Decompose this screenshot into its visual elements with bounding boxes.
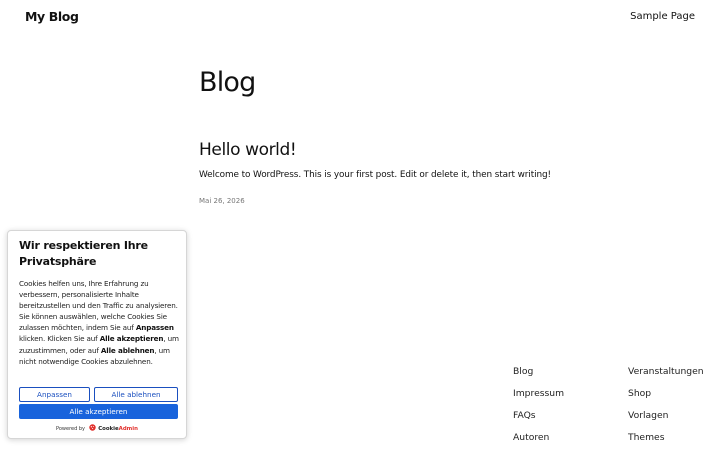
reject-all-button[interactable]: Alle ablehnen	[94, 387, 178, 402]
post-title[interactable]: Hello world!	[199, 140, 297, 160]
cookie-body-bold-reject: Alle ablehnen	[100, 345, 155, 355]
cookie-body-bold-customize: Anpassen	[135, 323, 174, 333]
cookie-body-text-2: klicken. Klicken Sie auf	[19, 334, 100, 344]
site-title[interactable]: My Blog	[25, 9, 79, 24]
page-title: Blog	[199, 67, 256, 98]
footer-nav-column-1: Blog Impressum FAQs Autoren	[513, 366, 564, 454]
brand-name-part-2: Admin	[118, 426, 138, 432]
post-date[interactable]: Mai 26, 2026	[199, 197, 245, 205]
cookie-banner-description: Cookies helfen uns, Ihre Erfahrung zu ve…	[19, 278, 181, 367]
footer-nav-column-2: Veranstaltungen Shop Vorlagen Themes	[628, 366, 704, 454]
footer-link-veranstaltungen[interactable]: Veranstaltungen	[628, 366, 704, 388]
post-excerpt: Welcome to WordPress. This is your first…	[199, 170, 551, 180]
brand-name-part-1: Cookie	[98, 426, 119, 432]
customize-button[interactable]: Anpassen	[19, 387, 90, 402]
accept-all-button[interactable]: Alle akzeptieren	[19, 404, 178, 419]
footer-link-faqs[interactable]: FAQs	[513, 410, 564, 432]
cookie-consent-banner: Wir respektieren Ihre Privatsphäre Cooki…	[7, 230, 187, 439]
footer-link-autoren[interactable]: Autoren	[513, 432, 564, 454]
powered-by-label: Powered by	[56, 426, 85, 432]
footer-link-vorlagen[interactable]: Vorlagen	[628, 410, 704, 432]
footer-link-themes[interactable]: Themes	[628, 432, 704, 454]
cookieadmin-brand[interactable]: CookieAdmin	[98, 426, 138, 432]
powered-by: Powered by CookieAdmin	[8, 424, 186, 433]
footer-link-blog[interactable]: Blog	[513, 366, 564, 388]
footer-link-impressum[interactable]: Impressum	[513, 388, 564, 410]
cookieadmin-logo-icon	[88, 424, 96, 433]
cookie-banner-title: Wir respektieren Ihre Privatsphäre	[19, 239, 148, 268]
nav-link-sample-page[interactable]: Sample Page	[630, 11, 695, 22]
footer-link-shop[interactable]: Shop	[628, 388, 704, 410]
cookie-body-bold-accept: Alle akzeptieren	[99, 334, 164, 344]
